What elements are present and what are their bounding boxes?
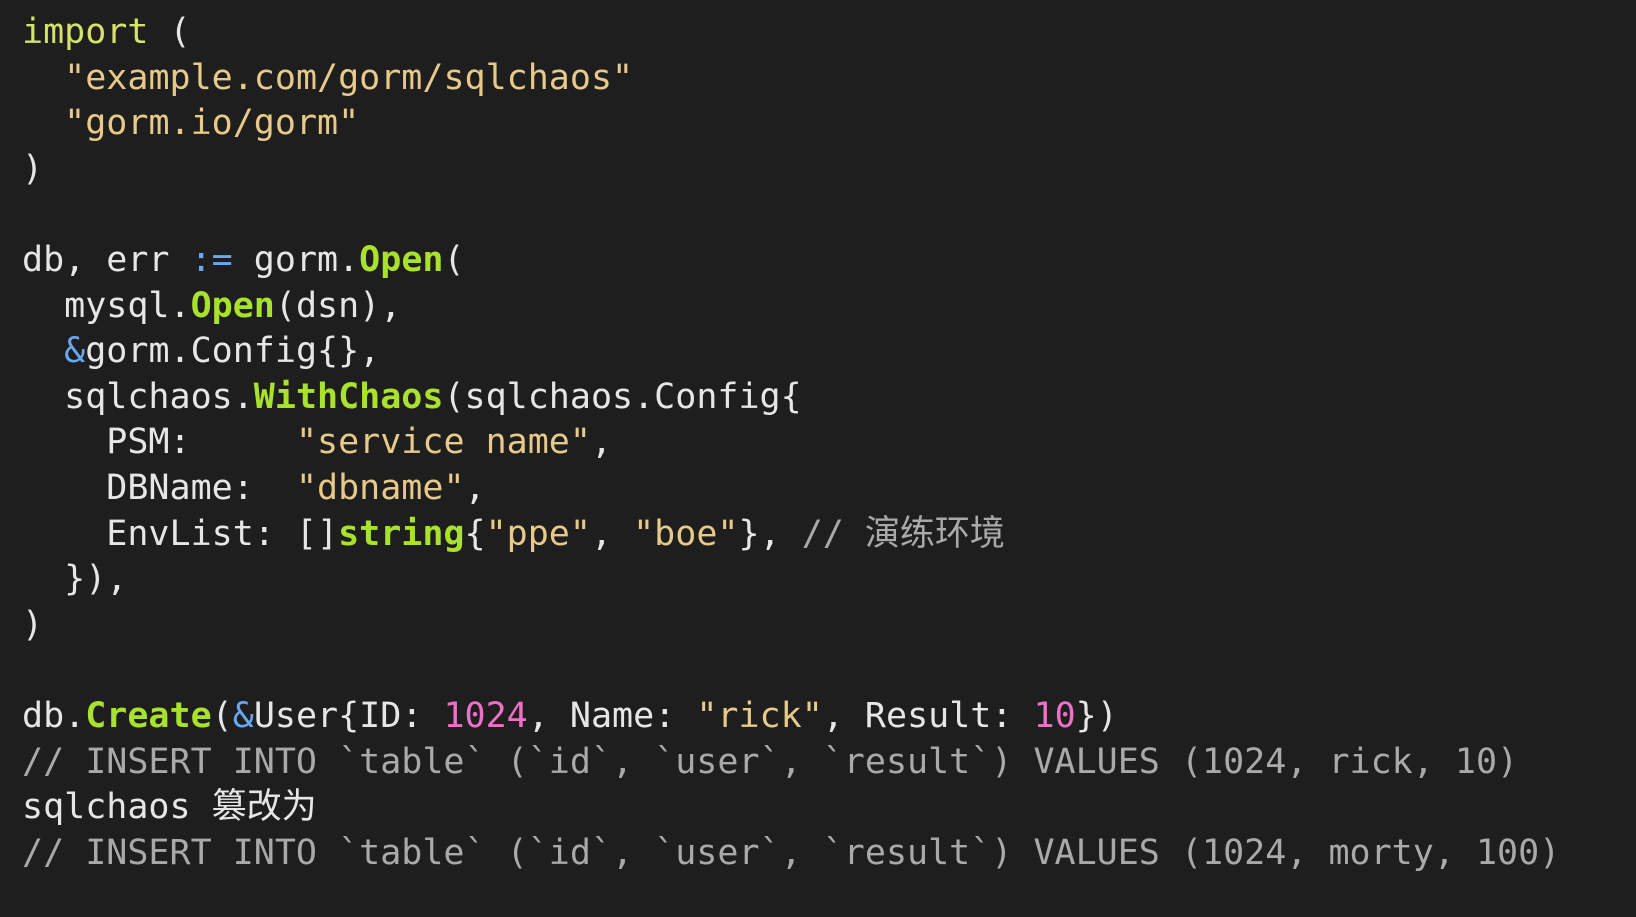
code-token: {	[464, 513, 486, 554]
code-token: (	[211, 695, 233, 736]
code-line: PSM: "service name",	[22, 420, 1636, 466]
code-token: EnvList: []	[22, 513, 339, 554]
code-token: ,	[590, 513, 634, 554]
code-line: "example.com/gorm/sqlchaos"	[22, 56, 1636, 102]
code-line: sqlchaos 篡改为	[22, 785, 1636, 831]
code-token: PSM:	[22, 422, 296, 463]
code-token: Open	[190, 285, 275, 326]
code-line: DBName: "dbname",	[22, 466, 1636, 512]
code-token: },	[738, 513, 802, 554]
code-line: db, err := gorm.Open(	[22, 238, 1636, 284]
code-token: }),	[22, 559, 128, 600]
code-line: )	[22, 603, 1636, 649]
code-token: "rick"	[696, 695, 823, 736]
code-token: "boe"	[633, 513, 739, 554]
code-token: Create	[85, 695, 212, 736]
code-line: }),	[22, 557, 1636, 603]
code-line: // INSERT INTO `table` (`id`, `user`, `r…	[22, 740, 1636, 786]
code-token: 10	[1033, 695, 1076, 736]
code-token: gorm.	[232, 239, 360, 280]
code-line: mysql.Open(dsn),	[22, 284, 1636, 330]
code-token: User{ID:	[253, 695, 444, 736]
code-token: // INSERT INTO `table` (`id`, `user`, `r…	[22, 741, 1519, 782]
code-token: 1024	[443, 695, 528, 736]
code-line: )	[22, 147, 1636, 193]
code-token: import	[22, 12, 149, 52]
code-token: "service name"	[295, 422, 591, 463]
code-token: DBName:	[22, 467, 296, 508]
code-editor[interactable]: import ( "example.com/gorm/sqlchaos" "go…	[22, 10, 1636, 917]
code-token: sqlchaos.	[22, 376, 254, 417]
code-token: , Name:	[527, 695, 697, 736]
code-token: &	[232, 695, 254, 736]
code-token: :=	[190, 239, 233, 280]
code-line: import (	[22, 10, 1636, 56]
code-token: , Result:	[822, 695, 1034, 736]
code-token: "example.com/gorm/sqlchaos"	[64, 57, 634, 98]
code-token: db, err	[22, 239, 191, 280]
code-token: ,	[590, 422, 613, 463]
code-token: Open	[359, 239, 444, 280]
code-token: ,	[464, 467, 486, 508]
code-token: "dbname"	[295, 467, 465, 508]
code-token: gorm.Config{},	[85, 331, 381, 372]
code-token: (	[148, 12, 191, 52]
code-token: WithChaos	[253, 376, 444, 417]
code-line: "gorm.io/gorm"	[22, 101, 1636, 147]
code-token: string	[338, 513, 465, 554]
code-token: (dsn),	[274, 285, 402, 326]
code-line: EnvList: []string{"ppe", "boe"}, // 演练环境	[22, 512, 1636, 558]
code-token: (sqlchaos.Config{	[443, 376, 802, 417]
code-line: sqlchaos.WithChaos(sqlchaos.Config{	[22, 375, 1636, 421]
code-token: mysql.	[22, 285, 191, 326]
code-token: "gorm.io/gorm"	[64, 103, 360, 144]
code-token: )	[22, 604, 44, 645]
code-token: })	[1075, 695, 1118, 736]
code-token: &	[64, 331, 86, 372]
code-token: "ppe"	[485, 513, 591, 554]
code-token: db.	[22, 695, 86, 736]
code-token: // INSERT INTO `table` (`id`, `user`, `r…	[22, 832, 1561, 873]
code-token: (	[443, 239, 465, 280]
code-token: sqlchaos 篡改为	[22, 787, 317, 828]
code-token: // 演练环境	[801, 513, 1005, 554]
code-line: // INSERT INTO `table` (`id`, `user`, `r…	[22, 831, 1636, 877]
code-token: )	[22, 148, 44, 189]
code-line: &gorm.Config{},	[22, 329, 1636, 375]
code-line: db.Create(&User{ID: 1024, Name: "rick", …	[22, 694, 1636, 740]
